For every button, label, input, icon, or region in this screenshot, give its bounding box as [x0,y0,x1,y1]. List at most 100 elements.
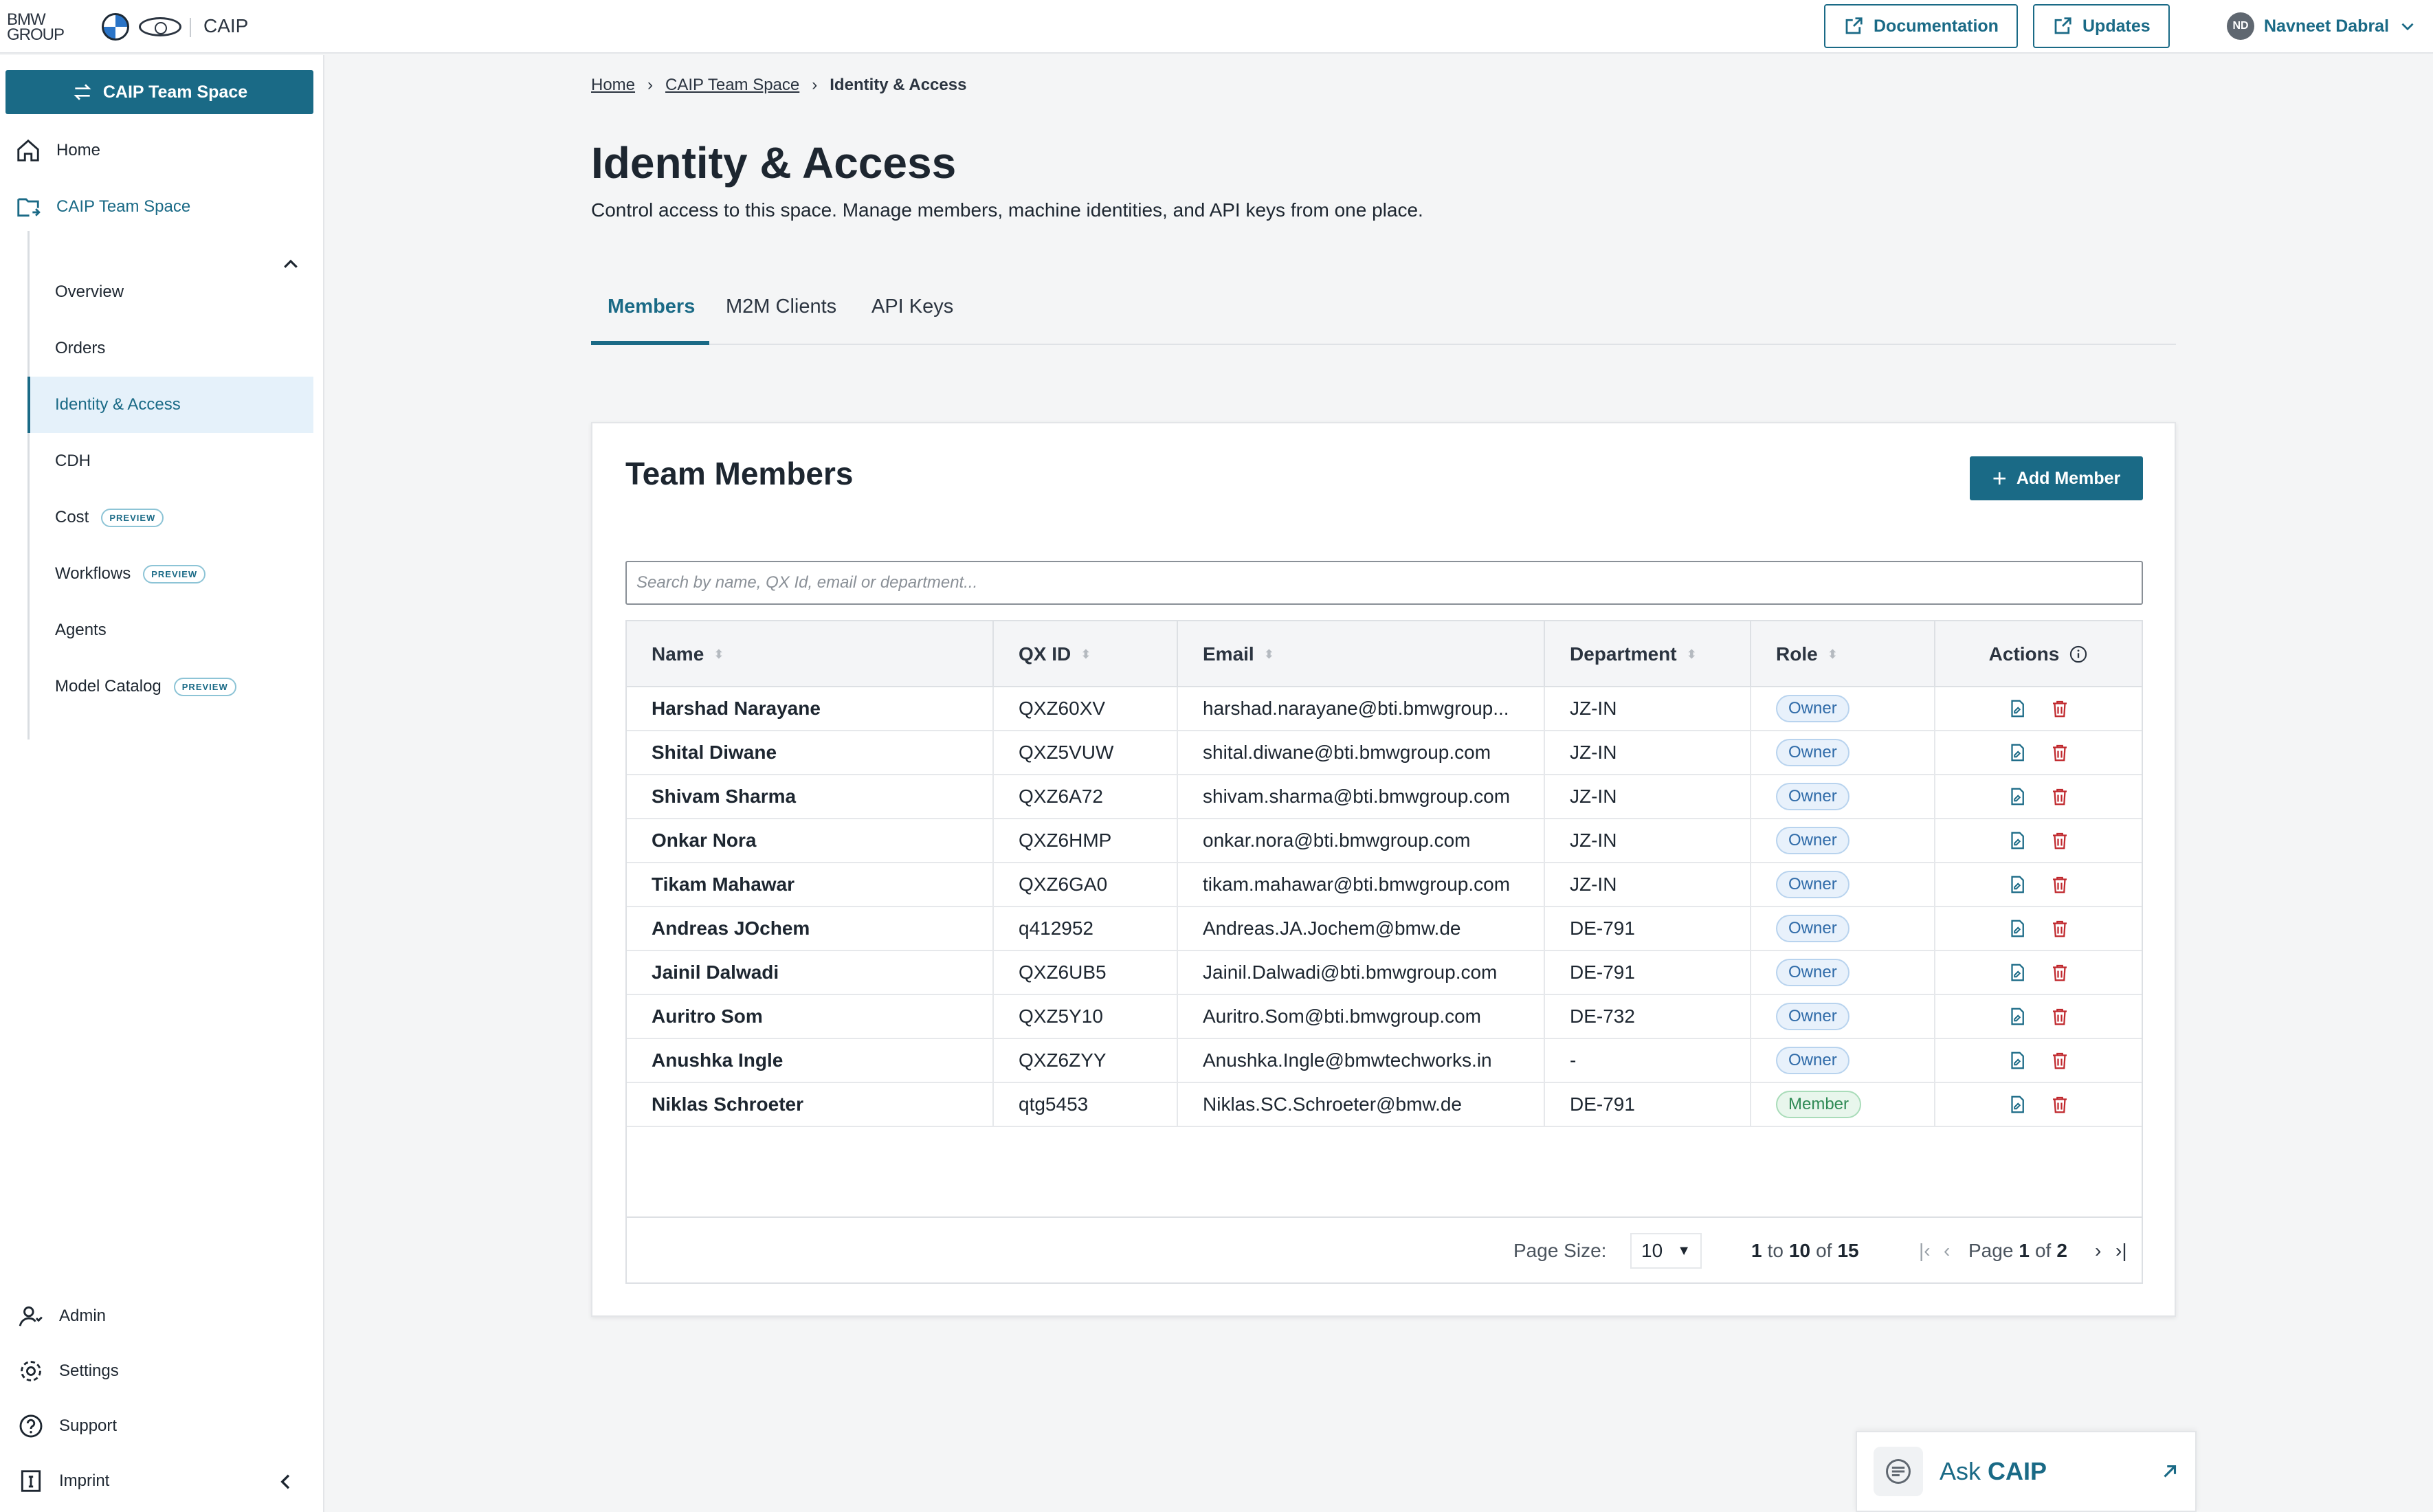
table-header: Name ⬍ QX ID ⬍ Email ⬍ Department ⬍ Role ⬍ Ac… [627,621,2142,687]
user-menu[interactable]: ND Navneet Dabral [2227,12,2417,40]
edit-document-icon[interactable] [2007,698,2028,719]
sidebar-item-workflows[interactable]: Workflows PREVIEW [27,546,313,602]
row-range: 1 to 10 of 15 [1751,1240,1859,1261]
page-indicator: Page 1 of 2 [1968,1240,2067,1261]
cell-role: Owner [1751,907,1935,950]
cell-department: JZ-IN [1545,775,1751,818]
cell-member-name: Jainil Dalwadi [627,951,994,994]
card-title: Team Members [625,456,854,491]
cell-role: Owner [1751,951,1935,994]
role-badge: Owner [1776,827,1849,854]
page-size-select[interactable]: 10 ▼ [1630,1233,1702,1269]
cell-member-email: shivam.sharma@bti.bmwgroup.com [1178,775,1545,818]
sidebar-item-admin[interactable]: Admin [18,1303,106,1329]
updates-button[interactable]: Updates [2033,4,2170,48]
edit-document-icon[interactable] [2007,874,2028,895]
delete-icon[interactable] [2049,918,2070,939]
cell-actions [1935,1083,2142,1126]
cell-qx-id: QXZ5Y10 [994,995,1178,1038]
edit-document-icon[interactable] [2007,786,2028,807]
tab-m2m-clients[interactable]: M2M Clients [726,296,836,318]
sidebar-item-imprint[interactable]: Imprint [18,1468,109,1494]
edit-document-icon[interactable] [2007,1094,2028,1115]
edit-document-icon[interactable] [2007,1006,2028,1027]
documentation-button[interactable]: Documentation [1824,4,2018,48]
delete-icon[interactable] [2049,698,2070,719]
delete-icon[interactable] [2049,1006,2070,1027]
sidebar-item-overview[interactable]: Overview [27,264,313,320]
breadcrumb-team-space[interactable]: CAIP Team Space [665,76,799,95]
app-name[interactable]: CAIP [203,15,248,37]
edit-document-icon[interactable] [2007,742,2028,763]
edit-document-icon[interactable] [2007,830,2028,851]
team-space-switch-button[interactable]: CAIP Team Space [5,70,313,114]
sidebar-item-team-space[interactable]: CAIP Team Space [15,194,190,220]
column-header-name[interactable]: Name ⬍ [627,621,994,687]
table-row: Anushka Ingle QXZ6ZYY Anushka.Ingle@bmwtec… [627,1039,2142,1083]
cell-member-email: Auritro.Som@bti.bmwgroup.com [1178,995,1545,1038]
collapse-sidebar-icon[interactable] [275,1471,297,1493]
cell-member-email: Andreas.JA.Jochem@bmw.de [1178,907,1545,950]
column-header-email[interactable]: Email ⬍ [1178,621,1545,687]
gear-icon [21,1361,41,1381]
previous-page-icon[interactable]: ‹ [1944,1218,1950,1284]
cell-member-email: tikam.mahawar@bti.bmwgroup.com [1178,863,1545,906]
cell-department: DE-791 [1545,907,1751,950]
cell-actions [1935,687,2142,730]
search-input[interactable] [625,561,2143,605]
tab-api-keys[interactable]: API Keys [871,296,953,318]
cell-actions [1935,995,2142,1038]
swap-icon [74,84,91,100]
ask-caip-label: Ask CAIP [1940,1457,2047,1485]
cell-member-email: shital.diwane@bti.bmwgroup.com [1178,731,1545,774]
delete-icon[interactable] [2049,786,2070,807]
first-page-icon[interactable]: |‹ [1919,1218,1931,1284]
cell-member-name: Anushka Ingle [627,1039,994,1082]
sidebar-item-orders[interactable]: Orders [27,320,313,377]
sidebar-item-model-catalog[interactable]: Model Catalog PREVIEW [27,658,313,715]
sidebar-item-cdh[interactable]: CDH [27,433,313,489]
delete-icon[interactable] [2049,1050,2070,1071]
cell-role: Owner [1751,775,1935,818]
breadcrumb-home[interactable]: Home [591,76,635,95]
last-page-icon[interactable]: ›| [2115,1218,2127,1284]
delete-icon[interactable] [2049,830,2070,851]
bmw-group-logo[interactable]: BMW GROUP [7,12,65,43]
column-header-role[interactable]: Role ⬍ [1751,621,1935,687]
add-member-button[interactable]: + Add Member [1970,456,2143,500]
sidebar-item-identity-access[interactable]: Identity & Access [27,377,313,433]
sidebar-item-home[interactable]: Home [15,137,100,164]
cell-member-name: Tikam Mahawar [627,863,994,906]
sidebar-item-agents[interactable]: Agents [27,602,313,658]
next-page-icon[interactable]: › [2095,1218,2101,1284]
ask-caip-panel[interactable]: Ask CAIP [1856,1431,2197,1512]
tab-members[interactable]: Members [608,296,695,318]
column-header-department[interactable]: Department ⬍ [1545,621,1751,687]
delete-icon[interactable] [2049,962,2070,983]
table-row: Niklas Schroeter qtg5453 Niklas.SC.Schroet… [627,1083,2142,1127]
sidebar-item-support[interactable]: Support [18,1413,117,1439]
edit-document-icon[interactable] [2007,962,2028,983]
chevron-right-icon: › [812,76,818,94]
cell-department: - [1545,1039,1751,1082]
table-row: Tikam Mahawar QXZ6GA0 tikam.mahawar@bti.bm… [627,863,2142,907]
delete-icon[interactable] [2049,1094,2070,1115]
role-badge: Owner [1776,695,1849,722]
info-icon[interactable] [2069,645,2088,664]
cell-member-email: Niklas.SC.Schroeter@bmw.de [1178,1083,1545,1126]
edit-document-icon[interactable] [2007,1050,2028,1071]
sort-icon: ⬍ [1686,647,1697,661]
cell-role: Owner [1751,1039,1935,1082]
cell-qx-id: QXZ5VUW [994,731,1178,774]
sidebar: CAIP Team Space Home CAIP Team Space Ove… [0,55,324,1512]
cell-member-name: Auritro Som [627,995,994,1038]
edit-document-icon[interactable] [2007,918,2028,939]
expand-arrow-icon[interactable] [2159,1461,2180,1482]
table-row: Auritro Som QXZ5Y10 Auritro.Som@bti.bmwgro… [627,995,2142,1039]
column-header-qx-id[interactable]: QX ID ⬍ [994,621,1178,687]
sidebar-item-settings[interactable]: Settings [18,1358,119,1384]
delete-icon[interactable] [2049,874,2070,895]
sidebar-item-cost[interactable]: Cost PREVIEW [27,489,313,546]
preview-badge: PREVIEW [143,564,206,583]
delete-icon[interactable] [2049,742,2070,763]
